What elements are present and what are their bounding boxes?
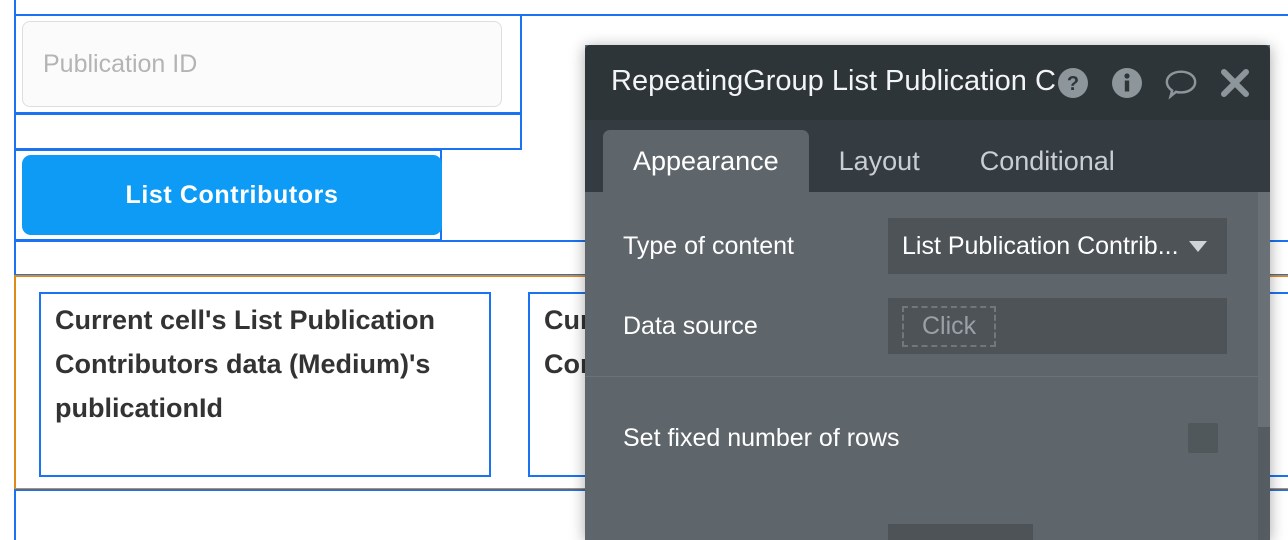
comment-icon[interactable]	[1164, 66, 1198, 100]
tab-appearance[interactable]: Appearance	[603, 130, 809, 192]
type-of-content-dropdown[interactable]: List Publication Contrib...	[888, 218, 1227, 274]
dialog-tabs: Appearance Layout Conditional	[585, 120, 1270, 192]
data-source-label: Data source	[623, 311, 758, 340]
dialog-header: RepeatingGroup List Publication C ?	[585, 45, 1270, 120]
tab-conditional[interactable]: Conditional	[950, 130, 1145, 192]
partial-control-stub[interactable]	[888, 524, 1033, 540]
chevron-down-icon	[1189, 240, 1207, 252]
tab-layout[interactable]: Layout	[809, 130, 950, 192]
set-fixed-rows-checkbox[interactable]	[1188, 423, 1218, 453]
tab-conditional-label: Conditional	[979, 145, 1115, 176]
row-set-fixed-rows: Set fixed number of rows	[585, 408, 1270, 468]
spacer-group-outline-1	[14, 113, 522, 150]
screenshot-root: Publication ID List Contributors Current…	[0, 0, 1288, 540]
tab-layout-label: Layout	[838, 145, 920, 176]
data-source-value: Click	[902, 305, 997, 347]
type-of-content-value: List Publication Contrib...	[902, 231, 1179, 260]
section-divider	[585, 376, 1270, 377]
help-icon[interactable]: ?	[1056, 66, 1090, 100]
dialog-title: RepeatingGroup List Publication C	[611, 65, 1056, 97]
row-type-of-content: Type of content List Publication Contrib…	[585, 216, 1270, 276]
row-data-source: Data source Click	[585, 296, 1270, 356]
set-fixed-rows-label: Set fixed number of rows	[623, 423, 900, 452]
info-icon[interactable]	[1110, 66, 1144, 100]
publication-id-input[interactable]: Publication ID	[22, 21, 502, 107]
list-contributors-button[interactable]: List Contributors	[22, 155, 442, 235]
dialog-scrollbar-thumb[interactable]	[1258, 192, 1270, 427]
tab-appearance-label: Appearance	[633, 145, 779, 176]
data-source-control: Click	[888, 298, 1227, 354]
list-contributors-button-label: List Contributors	[125, 180, 339, 209]
property-editor-dialog: RepeatingGroup List Publication C ? Appe…	[585, 45, 1270, 540]
dialog-body: Type of content List Publication Contrib…	[585, 192, 1270, 540]
svg-text:?: ?	[1067, 73, 1079, 95]
type-of-content-control: List Publication Contrib...	[888, 218, 1227, 274]
type-of-content-label: Type of content	[623, 231, 794, 260]
close-icon[interactable]	[1218, 66, 1252, 100]
cell-text-publication-id[interactable]: Current cell's List Publication Contribu…	[39, 292, 491, 477]
publication-id-placeholder: Publication ID	[43, 49, 198, 78]
data-source-clickbox[interactable]: Click	[888, 298, 1227, 354]
dialog-header-icons: ?	[1056, 45, 1252, 120]
